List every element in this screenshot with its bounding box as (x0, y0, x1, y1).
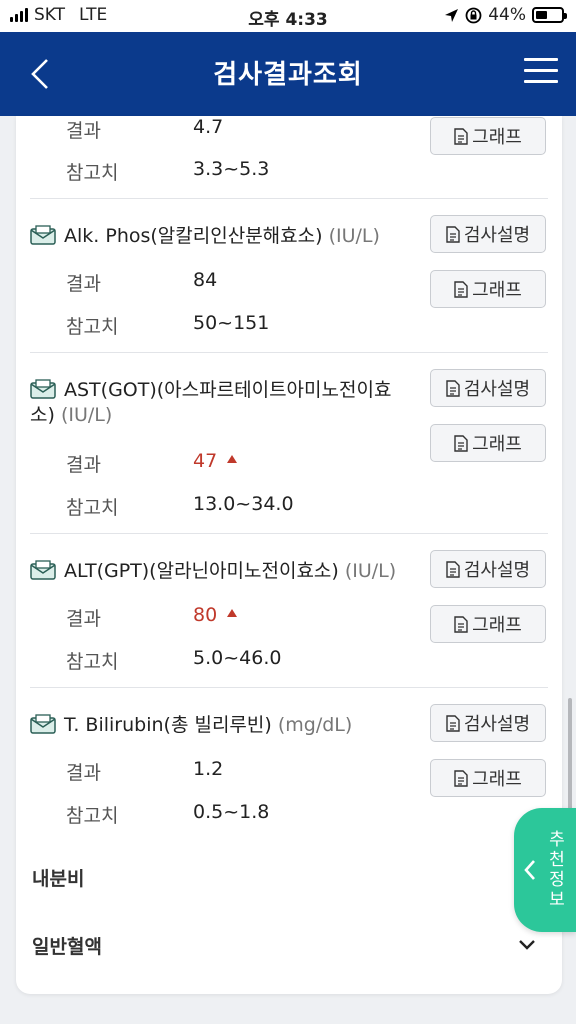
graph-button[interactable]: 그래프 (430, 605, 546, 643)
test-name: T. Bilirubin(총 빌리루빈) (mg/dL) (30, 713, 410, 738)
chevron-down-icon[interactable] (518, 936, 536, 954)
result-row-bilirubin: T. Bilirubin(총 빌리루빈) (mg/dL) 검사설명 결과 1.2… (30, 688, 548, 838)
test-name: ALT(GPT)(알라닌아미노전이효소) (IU/L) (30, 559, 410, 584)
document-icon (446, 225, 460, 243)
mail-icon (30, 560, 56, 580)
result-label: 결과 (66, 762, 101, 784)
rotation-lock-icon (465, 7, 482, 23)
section-endocrine[interactable]: 내분비 (32, 864, 84, 891)
result-value: 1.2 (193, 758, 224, 780)
result-label: 결과 (66, 120, 101, 142)
result-label: 결과 (66, 608, 101, 630)
section-cbc[interactable]: 일반혈액 (32, 932, 102, 959)
status-bar: SKT LTE 오후 4:33 44% (0, 0, 576, 32)
result-row-partial: 결과 4.7 참고치 3.3~5.3 그래프 (30, 116, 548, 199)
reference-label: 참고치 (66, 497, 119, 519)
graph-button[interactable]: 그래프 (430, 424, 546, 462)
test-name: Alk. Phos(알칼리인산분해효소) (IU/L) (30, 224, 410, 249)
document-icon (454, 615, 468, 633)
reference-value: 13.0~34.0 (193, 493, 294, 515)
result-label: 결과 (66, 273, 101, 295)
recommend-info-label: 추천정보 (549, 830, 565, 910)
graph-button[interactable]: 그래프 (430, 270, 546, 308)
document-icon (446, 560, 460, 578)
page-title: 검사결과조회 (213, 60, 363, 90)
high-arrow-icon (227, 455, 238, 463)
result-row-alk-phos: Alk. Phos(알칼리인산분해효소) (IU/L) 검사설명 결과 84 그… (30, 199, 548, 353)
result-label: 결과 (66, 454, 101, 476)
explain-button[interactable]: 검사설명 (430, 704, 546, 742)
reference-value: 0.5~1.8 (193, 801, 270, 823)
chevron-left-icon (524, 860, 535, 880)
reference-label: 참고치 (66, 651, 119, 673)
battery-percent: 44% (488, 5, 526, 25)
mail-icon (30, 379, 56, 399)
location-icon (445, 8, 459, 22)
result-value: 4.7 (193, 116, 224, 138)
document-icon (454, 280, 468, 298)
graph-button[interactable]: 그래프 (430, 117, 546, 155)
mail-icon (30, 225, 56, 245)
mail-icon (30, 714, 56, 734)
test-name: AST(GOT)(아스파르테이트아미노전이효소) (IU/L) (30, 379, 392, 426)
explain-button[interactable]: 검사설명 (430, 369, 546, 407)
document-icon (454, 434, 468, 452)
reference-label: 참고치 (66, 316, 119, 338)
reference-value: 3.3~5.3 (193, 158, 270, 180)
result-value-high: 80 (193, 604, 238, 626)
result-row-alt: ALT(GPT)(알라닌아미노전이효소) (IU/L) 검사설명 결과 80 그… (30, 534, 548, 688)
reference-label: 참고치 (66, 805, 119, 827)
menu-button[interactable] (524, 58, 558, 88)
reference-value: 50~151 (193, 312, 270, 334)
results-card: 결과 4.7 참고치 3.3~5.3 그래프 Alk. Phos(알칼리인산분해… (16, 116, 562, 994)
document-icon (454, 769, 468, 787)
reference-label: 참고치 (66, 162, 119, 184)
document-icon (446, 714, 460, 732)
reference-value: 5.0~46.0 (193, 647, 282, 669)
recommend-info-tab[interactable]: 추천정보 (514, 808, 576, 932)
app-header: 검사결과조회 (0, 32, 576, 116)
explain-button[interactable]: 검사설명 (430, 215, 546, 253)
high-arrow-icon (227, 609, 238, 617)
document-icon (446, 379, 460, 397)
result-value: 84 (193, 269, 218, 291)
document-icon (454, 127, 468, 145)
result-row-ast: AST(GOT)(아스파르테이트아미노전이효소) (IU/L) 검사설명 그래프… (30, 353, 548, 534)
battery-icon (532, 7, 567, 23)
explain-button[interactable]: 검사설명 (430, 550, 546, 588)
graph-button[interactable]: 그래프 (430, 759, 546, 797)
result-value-high: 47 (193, 450, 238, 472)
